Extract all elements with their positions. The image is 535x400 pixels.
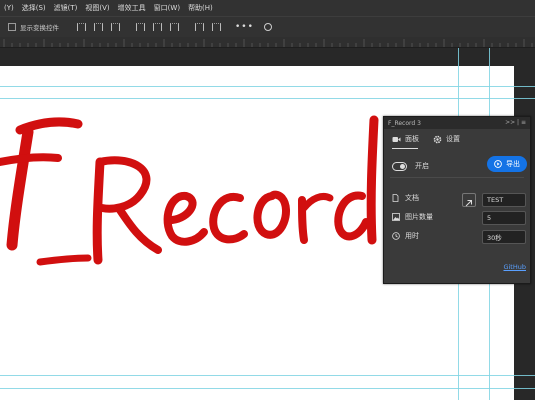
guide-line[interactable] xyxy=(0,86,535,87)
count-label: 图片数量 xyxy=(405,213,433,221)
video-camera-icon xyxy=(392,136,401,142)
panel-titlebar[interactable]: F_Record 3 >> | ≡ xyxy=(384,117,530,129)
enable-toggle[interactable] xyxy=(392,161,407,171)
f-record-panel: F_Record 3 >> | ≡ 面板 设置 开启 导出 文档 TEST 图片… xyxy=(383,116,531,284)
clock-icon xyxy=(392,232,400,240)
image-count-field[interactable]: 5 xyxy=(482,211,526,225)
guide-line[interactable] xyxy=(0,388,535,389)
time-field[interactable]: 30秒 xyxy=(482,230,526,244)
align-bottom-icon[interactable] xyxy=(170,23,179,31)
pick-document-button[interactable] xyxy=(462,193,476,207)
toggle-row: 开启 xyxy=(392,161,429,171)
menu-item-window[interactable]: 窗口(W) xyxy=(150,3,184,13)
doc-label: 文档 xyxy=(405,194,419,202)
export-button[interactable]: 导出 xyxy=(487,156,527,172)
guide-line[interactable] xyxy=(0,98,535,99)
options-bar: 显示变换控件 ••• xyxy=(0,16,535,38)
align-center-icon[interactable] xyxy=(94,23,103,31)
tab-settings[interactable]: 设置 xyxy=(433,134,460,144)
menu-item-select[interactable]: 选择(S) xyxy=(18,3,50,13)
menu-item-filter[interactable]: 滤镜(T) xyxy=(50,3,82,13)
doc-row: 文档 xyxy=(392,193,419,203)
tab-panel[interactable]: 面板 xyxy=(392,134,419,144)
panel-menu-icon[interactable]: >> | ≡ xyxy=(505,119,526,126)
align-middle-icon[interactable] xyxy=(153,23,162,31)
gear-icon[interactable] xyxy=(263,23,272,31)
document-icon xyxy=(392,194,399,202)
panel-title: F_Record 3 xyxy=(388,119,421,127)
time-row: 用时 xyxy=(392,231,419,241)
count-row: 图片数量 xyxy=(392,212,433,222)
panel-tabs: 面板 设置 xyxy=(384,129,530,149)
image-icon xyxy=(392,213,400,221)
guide-line[interactable] xyxy=(0,375,535,376)
tab-settings-label: 设置 xyxy=(446,135,460,143)
show-transform-checkbox[interactable] xyxy=(8,23,16,31)
align-right-icon[interactable] xyxy=(111,23,120,31)
distribute-icon[interactable] xyxy=(195,23,204,31)
gear-icon xyxy=(433,135,442,143)
panel-divider xyxy=(390,177,524,178)
menu-item-view[interactable]: 视图(V) xyxy=(81,3,113,13)
active-tab-indicator xyxy=(392,147,418,149)
export-label: 导出 xyxy=(506,160,520,168)
github-link[interactable]: GitHub xyxy=(503,263,526,271)
select-arrow-icon xyxy=(465,200,472,207)
show-transform-label: 显示变换控件 xyxy=(20,24,59,32)
menu-item-plugins[interactable]: 增效工具 xyxy=(114,3,150,13)
ruler-ticks xyxy=(3,39,533,47)
more-options-icon[interactable]: ••• xyxy=(235,22,254,32)
menu-bar: (Y) 选择(S) 滤镜(T) 视图(V) 增效工具 窗口(W) 帮助(H) xyxy=(0,0,535,16)
align-top-icon[interactable] xyxy=(136,23,145,31)
distribute-spacing-icon[interactable] xyxy=(212,23,221,31)
menu-item-help[interactable]: 帮助(H) xyxy=(184,3,217,13)
document-name-field[interactable]: TEST xyxy=(482,193,526,207)
align-left-icon[interactable] xyxy=(77,23,86,31)
toggle-label: 开启 xyxy=(415,162,429,170)
menu-item-partial[interactable]: (Y) xyxy=(0,4,18,12)
toggle-knob xyxy=(400,163,405,169)
play-icon xyxy=(494,160,502,168)
horizontal-ruler xyxy=(0,37,535,48)
time-label: 用时 xyxy=(405,232,419,240)
tab-panel-label: 面板 xyxy=(405,135,419,143)
handwritten-artwork xyxy=(0,115,379,266)
